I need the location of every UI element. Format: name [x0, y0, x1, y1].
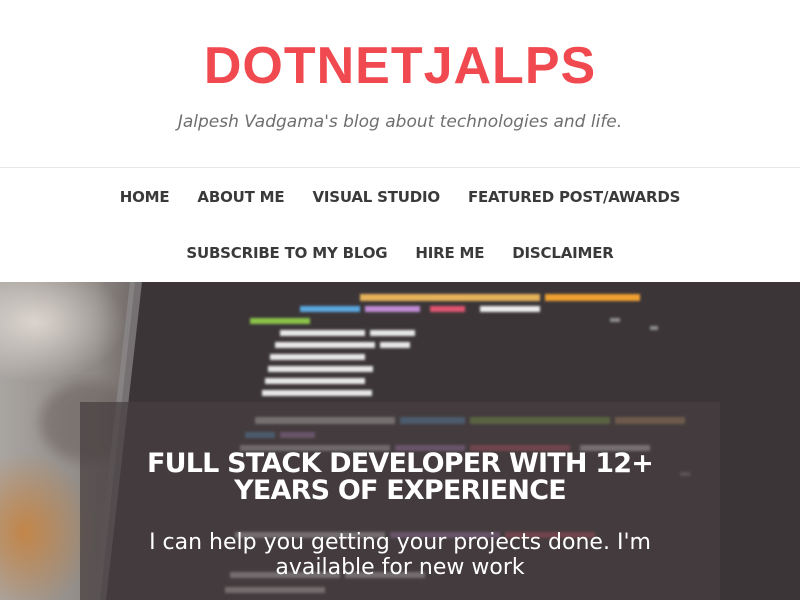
nav-item-subscribe[interactable]: SUBSCRIBE TO MY BLOG — [172, 244, 401, 262]
site-tagline: Jalpesh Vadgama's blog about technologie… — [177, 112, 623, 132]
hero-heading: FULL STACK DEVELOPER WITH 12+ YEARS OF E… — [146, 448, 654, 506]
main-navigation: HOME ABOUT ME VISUAL STUDIO FEATURED POS… — [0, 169, 800, 282]
nav-item-hire-me[interactable]: HIRE ME — [401, 244, 498, 262]
nav-row-2: SUBSCRIBE TO MY BLOG HIRE ME DISCLAIMER — [0, 225, 800, 281]
site-header: DOTNETJALPS Jalpesh Vadgama's blog about… — [0, 0, 800, 168]
nav-row-1: HOME ABOUT ME VISUAL STUDIO FEATURED POS… — [0, 169, 800, 225]
site-title[interactable]: DOTNETJALPS — [0, 36, 800, 96]
nav-item-home[interactable]: HOME — [106, 188, 184, 206]
hero-subtext: I can help you getting your projects don… — [149, 530, 651, 580]
nav-item-about-me[interactable]: ABOUT ME — [183, 188, 298, 206]
nav-item-disclaimer[interactable]: DISCLAIMER — [498, 244, 627, 262]
nav-item-visual-studio[interactable]: VISUAL STUDIO — [298, 188, 454, 206]
nav-item-featured-post-awards[interactable]: FEATURED POST/AWARDS — [454, 188, 694, 206]
hero-banner: FULL STACK DEVELOPER WITH 12+ YEARS OF E… — [0, 282, 800, 600]
hero-text-overlay: FULL STACK DEVELOPER WITH 12+ YEARS OF E… — [80, 402, 720, 600]
